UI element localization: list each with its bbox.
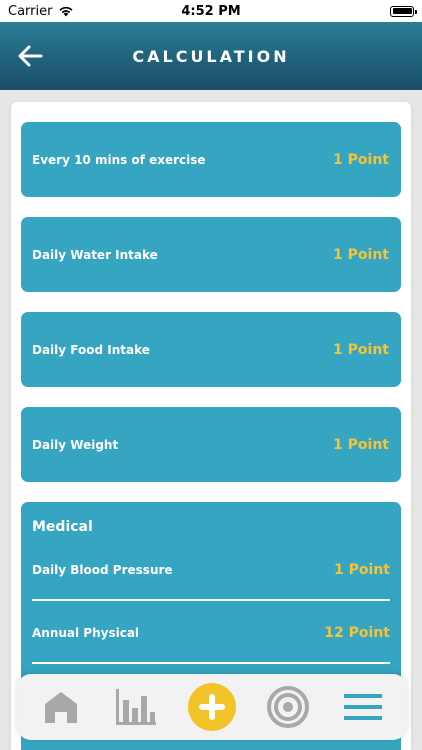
add-button[interactable] [187, 683, 236, 731]
battery-icon [390, 5, 417, 17]
header: CALCULATION [0, 22, 422, 90]
card-label: Daily Weight [32, 437, 119, 452]
tab-bar [17, 674, 407, 740]
card-food-intake[interactable]: Daily Food Intake 1 Point [21, 312, 401, 387]
plus-icon [198, 694, 225, 720]
status-left: Carrier [8, 4, 74, 19]
card-label: Every 10 mins of exercise [32, 152, 206, 167]
home-icon [44, 692, 77, 723]
card-value: 1 Point [333, 151, 389, 168]
tab-goals[interactable] [258, 679, 318, 735]
medical-item-value: 1 Point [334, 562, 390, 578]
medical-item-value: 12 Point [324, 625, 390, 641]
card-value: 1 Point [333, 341, 389, 358]
medical-item-label: Annual Physical [32, 626, 140, 640]
bar-chart-icon [116, 689, 157, 725]
medical-title: Medical [32, 519, 93, 535]
tab-add[interactable] [182, 679, 242, 735]
medical-item-blood-pressure[interactable]: Daily Blood Pressure 1 Point [32, 550, 390, 590]
content-panel: Every 10 mins of exercise 1 Point Daily … [11, 102, 411, 750]
card-label: Daily Food Intake [32, 342, 150, 357]
wifi-icon [59, 6, 74, 17]
tab-home[interactable] [31, 679, 91, 735]
card-exercise[interactable]: Every 10 mins of exercise 1 Point [21, 122, 401, 197]
arrow-left-icon [18, 45, 43, 67]
back-button[interactable] [14, 40, 46, 72]
status-bar: Carrier 4:52 PM [0, 0, 422, 22]
divider [32, 662, 390, 664]
target-icon [266, 686, 309, 728]
medical-item-label: Daily Blood Pressure [32, 563, 173, 577]
medical-item-annual-physical[interactable]: Annual Physical 12 Point [32, 613, 390, 653]
card-label: Daily Water Intake [32, 247, 158, 262]
carrier-label: Carrier [8, 3, 53, 19]
card-value: 1 Point [333, 246, 389, 263]
card-water-intake[interactable]: Daily Water Intake 1 Point [21, 217, 401, 292]
page-title: CALCULATION [132, 46, 290, 66]
menu-icon [344, 694, 383, 720]
divider [32, 599, 390, 601]
tab-menu[interactable] [333, 679, 393, 735]
card-weight[interactable]: Daily Weight 1 Point [21, 407, 401, 482]
tab-stats[interactable] [106, 679, 166, 735]
card-value: 1 Point [333, 436, 389, 453]
